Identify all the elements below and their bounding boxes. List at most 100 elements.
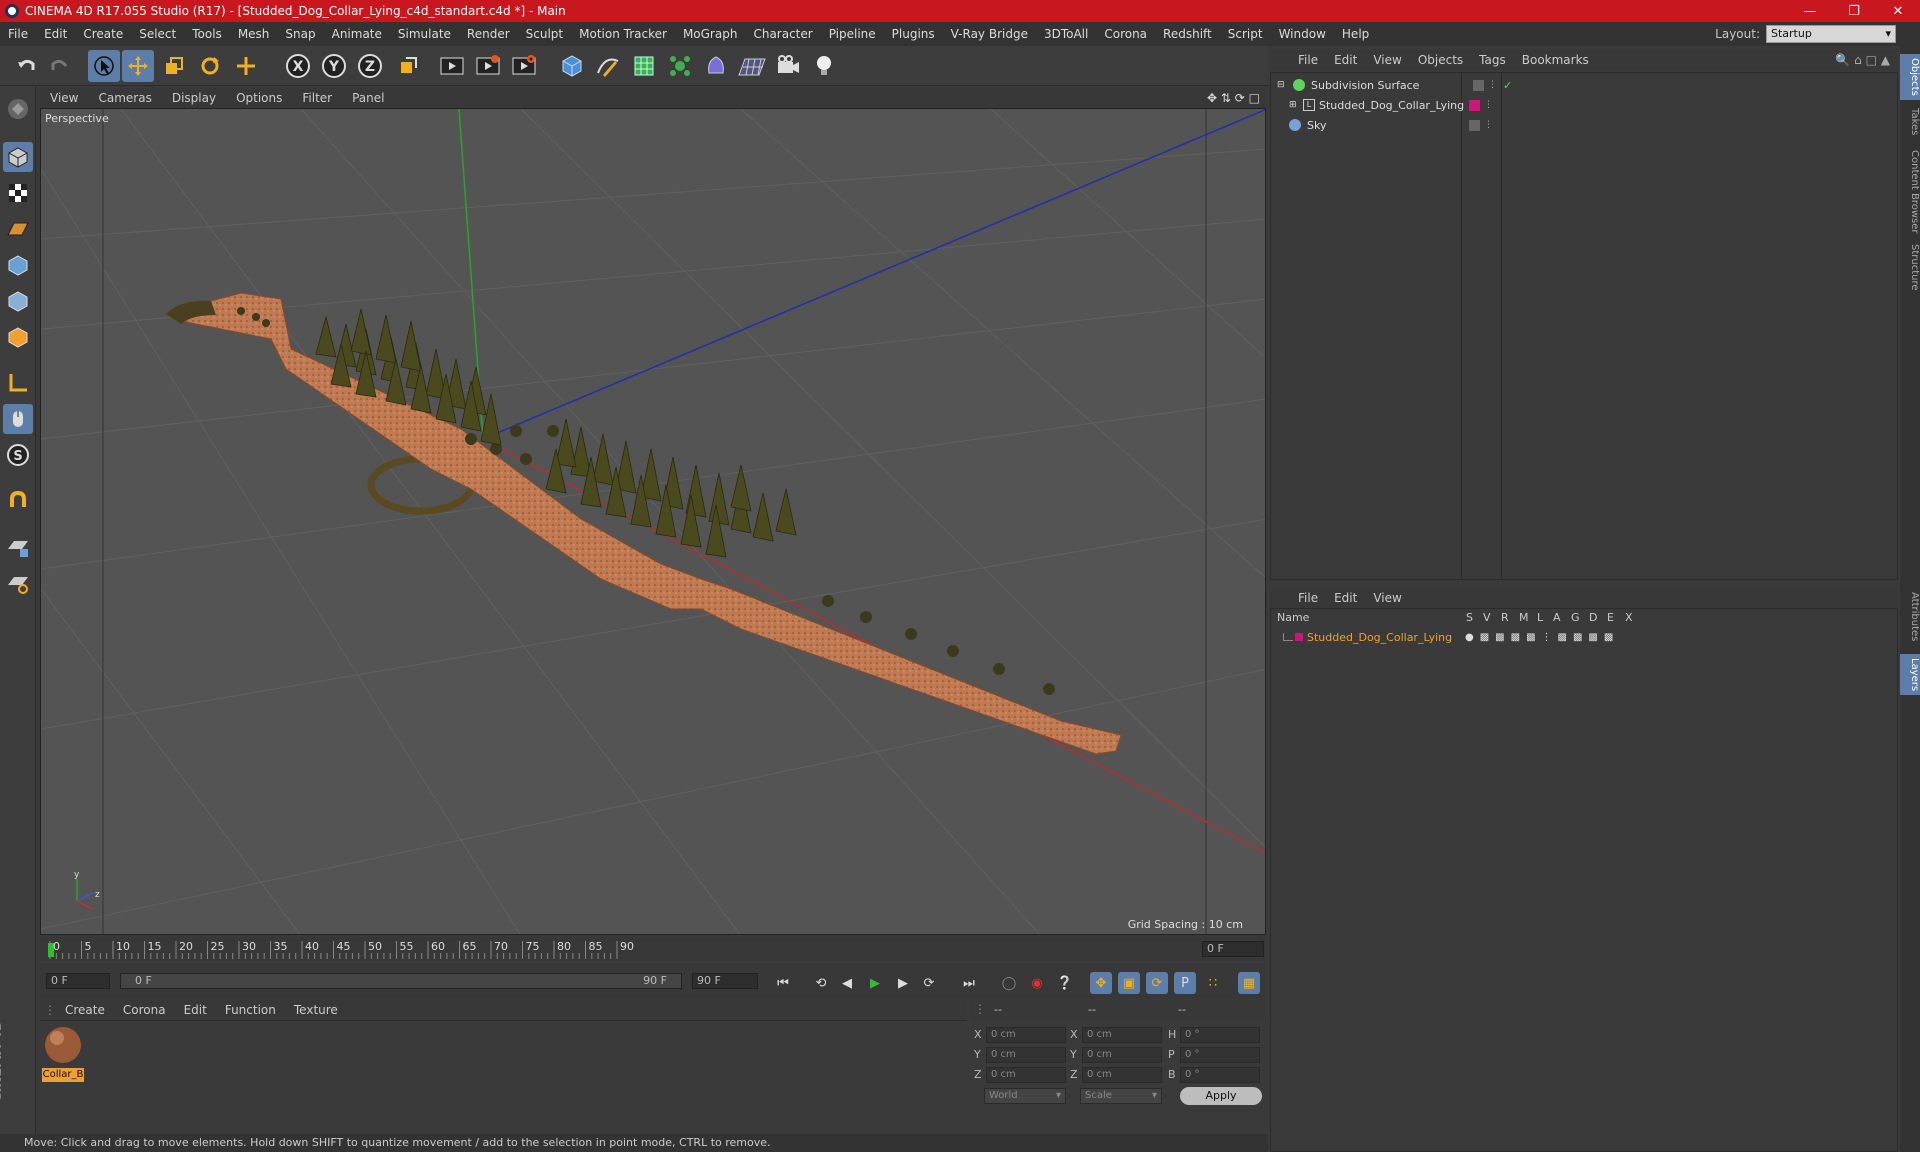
key-position-icon[interactable]: ✥ [1090, 972, 1112, 994]
coord-size-y-field[interactable]: 0 cm [1082, 1047, 1162, 1063]
tab-attributes[interactable]: Attributes [1900, 588, 1920, 645]
layer-color-swatch[interactable] [1469, 99, 1480, 111]
menu-sculpt[interactable]: Sculpt [518, 27, 571, 41]
x-axis-icon[interactable]: X [282, 50, 314, 82]
material-menu-create[interactable]: Create [56, 1003, 114, 1017]
edges-mode-icon[interactable] [3, 286, 33, 316]
menu-tools[interactable]: Tools [184, 27, 230, 41]
menu-script[interactable]: Script [1220, 27, 1271, 41]
layer-col-manager[interactable]: M [1519, 611, 1529, 624]
timeline-window-icon[interactable]: ▦ [1238, 972, 1260, 994]
menu-help[interactable]: Help [1334, 27, 1377, 41]
objmgr-menu-edit[interactable]: Edit [1326, 53, 1365, 67]
rotate-icon[interactable] [194, 50, 226, 82]
coord-pos-z-field[interactable]: 0 cm [986, 1067, 1066, 1083]
key-parameter-icon[interactable]: P [1174, 972, 1196, 994]
redo-icon[interactable] [44, 50, 76, 82]
viewport-menu-display[interactable]: Display [162, 91, 226, 105]
menu-redshift[interactable]: Redshift [1155, 27, 1220, 41]
layermgr-menu-file[interactable]: File [1290, 591, 1326, 605]
layer-col-render[interactable]: R [1501, 611, 1509, 624]
expand-icon[interactable]: ⊟ [1277, 80, 1287, 90]
edit-render-settings-icon[interactable] [508, 50, 540, 82]
viewport-menu-cameras[interactable]: Cameras [88, 91, 161, 105]
layer-col-locked[interactable]: L [1537, 611, 1543, 624]
tab-structure[interactable]: Structure [1900, 240, 1920, 295]
render-visibility-dots[interactable]: ⋮ [1484, 100, 1493, 110]
menu-snap[interactable]: Snap [277, 27, 323, 41]
layermgr-menu-edit[interactable]: Edit [1326, 591, 1365, 605]
prev-key-icon[interactable]: ⟲ [810, 972, 832, 994]
menu-pipeline[interactable]: Pipeline [821, 27, 884, 41]
menu-plugins[interactable]: Plugins [884, 27, 943, 41]
coordinate-system-icon[interactable] [392, 50, 424, 82]
menu-vray-bridge[interactable]: V-Ray Bridge [943, 27, 1036, 41]
cloner-icon[interactable] [664, 50, 696, 82]
coord-size-mode-select[interactable]: Scale ▾ [1080, 1088, 1162, 1104]
layer-col-expressions[interactable]: E [1607, 611, 1614, 624]
goto-start-icon[interactable]: ⏮ [772, 972, 794, 994]
layer-col-view[interactable]: V [1483, 611, 1491, 624]
tab-content-browser[interactable]: Content Browser [1900, 146, 1920, 237]
coord-pos-x-field[interactable]: 0 cm [986, 1027, 1066, 1043]
material-menu-corona[interactable]: Corona [114, 1003, 175, 1017]
live-select-icon[interactable] [230, 50, 262, 82]
menu-motion-tracker[interactable]: Motion Tracker [571, 27, 675, 41]
z-axis-icon[interactable]: Z [354, 50, 386, 82]
cube-icon[interactable] [556, 50, 588, 82]
objmgr-menu-bookmarks[interactable]: Bookmarks [1514, 53, 1597, 67]
material-menu-edit[interactable]: Edit [175, 1003, 216, 1017]
menu-3dtoall[interactable]: 3DToAll [1036, 27, 1096, 41]
objmgr-menu-file[interactable]: File [1290, 53, 1326, 67]
timeline-ruler[interactable]: 0 5 10 15 20 25 30 35 40 45 50 55 60 65 70 75 80 85 90 0 F [40, 937, 1266, 961]
menu-mesh[interactable]: Mesh [230, 27, 278, 41]
layout-select[interactable]: Startup ▾ [1766, 25, 1896, 43]
menu-window[interactable]: Window [1271, 27, 1334, 41]
coord-mode-select[interactable]: World ▾ [984, 1088, 1066, 1104]
restore-icon[interactable]: ❐ [1832, 4, 1876, 19]
start-frame-field[interactable]: 0 F [46, 973, 110, 989]
tweak-mode-icon[interactable] [3, 404, 33, 434]
light-icon[interactable] [808, 50, 840, 82]
layer-col-solo[interactable]: S [1466, 611, 1473, 624]
expand-icon[interactable]: ⊞ [1289, 100, 1299, 110]
material-menu-texture[interactable]: Texture [285, 1003, 347, 1017]
enabled-check-icon[interactable]: ✓ [1503, 79, 1512, 92]
grid-lock-icon[interactable] [3, 532, 33, 562]
layer-color-swatch[interactable] [1295, 633, 1303, 641]
play-icon[interactable]: ▶ [864, 972, 886, 994]
editor-visibility-icon[interactable] [1469, 119, 1480, 131]
current-frame-field[interactable]: 0 F [1202, 941, 1264, 957]
apply-button[interactable]: Apply [1180, 1087, 1262, 1105]
menu-create[interactable]: Create [75, 27, 131, 41]
close-icon[interactable]: ✕ [1876, 4, 1920, 19]
minimize-icon[interactable]: — [1788, 4, 1832, 19]
undo-icon[interactable] [10, 50, 42, 82]
key-rotation-icon[interactable]: ⟳ [1146, 972, 1168, 994]
prev-frame-icon[interactable]: ◀ [836, 972, 858, 994]
tab-objects[interactable]: Objects [1900, 54, 1920, 100]
render-picture-viewer-icon[interactable] [472, 50, 504, 82]
render-view-icon[interactable] [436, 50, 468, 82]
coord-rot-h-field[interactable]: 0 ° [1180, 1027, 1260, 1043]
polygons-mode-icon[interactable] [3, 322, 33, 352]
object-row-subdivision-surface[interactable]: ⊟ Subdivision Surface ⋮ ✓ [1271, 75, 1897, 95]
preview-range-slider[interactable]: 0 F 90 F [120, 973, 682, 989]
end-frame-field[interactable]: 90 F [692, 973, 758, 989]
scale-icon[interactable] [158, 50, 190, 82]
objmgr-menu-view[interactable]: View [1365, 53, 1409, 67]
autokey-icon[interactable]: ❔ [1054, 972, 1076, 994]
select-arrow-icon[interactable] [88, 50, 120, 82]
viewport-menu-panel[interactable]: Panel [342, 91, 394, 105]
objmgr-menu-tags[interactable]: Tags [1471, 53, 1514, 67]
viewport-menu-filter[interactable]: Filter [292, 91, 342, 105]
viewport-perspective[interactable]: y z Perspective Grid Spacing : 10 cm [40, 108, 1266, 935]
layer-row[interactable]: Studded_Dog_Collar_Lying ●▩▩▩▩⋮▩▩▩▩ [1271, 627, 1897, 647]
tab-takes[interactable]: Takes [1900, 104, 1920, 139]
render-visibility-dots[interactable]: ⋮ [1488, 80, 1497, 90]
pen-spline-icon[interactable] [592, 50, 624, 82]
menu-simulate[interactable]: Simulate [390, 27, 459, 41]
record-icon[interactable]: ◉ [1026, 972, 1048, 994]
coord-rot-b-field[interactable]: 0 ° [1180, 1067, 1260, 1083]
layer-toggle-icons[interactable]: ●▩▩▩▩⋮▩▩▩▩ [1465, 632, 1619, 643]
